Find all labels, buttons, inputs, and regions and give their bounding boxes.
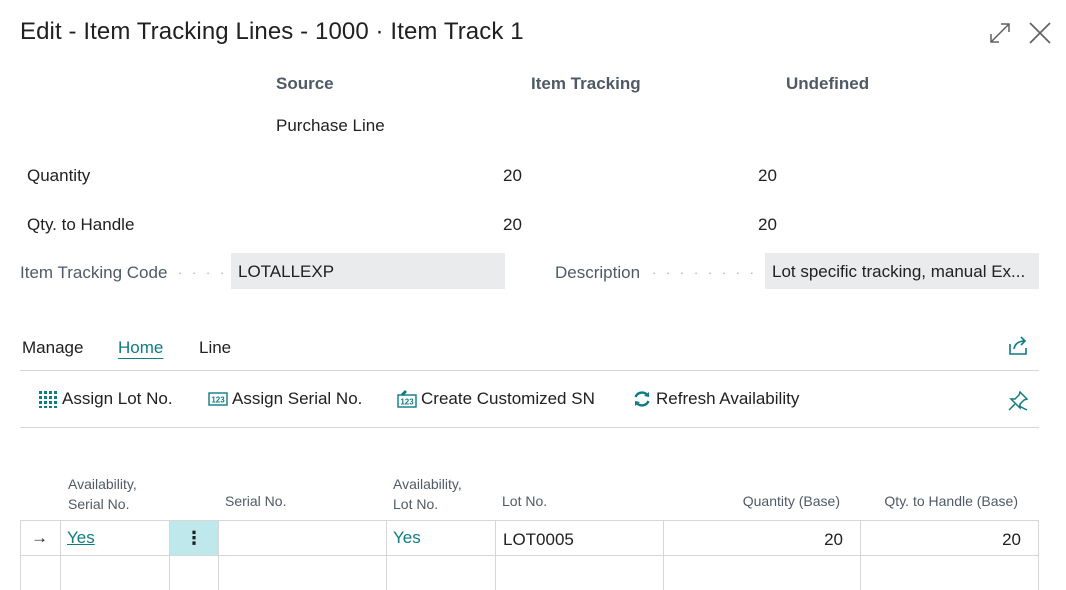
qty-to-handle-item-tracking: 20 bbox=[503, 215, 522, 234]
quantity-undefined: 20 bbox=[758, 166, 777, 185]
expand-icon[interactable] bbox=[987, 20, 1013, 46]
row-indicator: → bbox=[31, 528, 48, 547]
item-tracking-code-label: Item Tracking Code bbox=[20, 263, 168, 282]
leader-dots: · · · · · · · · · · · · · · · · bbox=[652, 265, 762, 280]
source-value: Purchase Line bbox=[276, 116, 385, 135]
tab-line[interactable]: Line bbox=[199, 338, 231, 358]
pin-icon[interactable] bbox=[1006, 389, 1030, 413]
leader-dots: · · · · · · · · bbox=[178, 265, 228, 280]
col-quantity-base[interactable]: Quantity (Base) bbox=[660, 491, 840, 511]
svg-text:123: 123 bbox=[400, 398, 414, 407]
tab-home[interactable]: Home bbox=[118, 338, 163, 358]
svg-text:123: 123 bbox=[211, 396, 225, 405]
refresh-icon bbox=[632, 389, 652, 409]
share-icon[interactable] bbox=[1006, 334, 1030, 358]
qty-to-handle-base-cell[interactable]: 20 bbox=[880, 530, 1021, 550]
item-tracking-header: Item Tracking bbox=[531, 74, 641, 93]
quantity-label: Quantity bbox=[27, 166, 91, 185]
col-serial-no[interactable]: Serial No. bbox=[225, 491, 286, 511]
qty-to-handle-label: Qty. to Handle bbox=[27, 215, 135, 234]
page-title: Edit - Item Tracking Lines - 1000 · Item… bbox=[20, 18, 524, 45]
quantity-base-cell[interactable]: 20 bbox=[700, 530, 843, 550]
description-label: Description bbox=[555, 263, 641, 282]
lot-no-cell[interactable]: LOT0005 bbox=[503, 530, 574, 550]
qty-to-handle-undefined: 20 bbox=[758, 215, 777, 234]
assign-lot-no-button[interactable]: Assign Lot No. bbox=[38, 389, 173, 409]
serial-number-icon: 123 bbox=[208, 389, 228, 409]
tab-manage[interactable]: Manage bbox=[22, 338, 83, 358]
undefined-header: Undefined bbox=[786, 74, 870, 93]
close-icon[interactable] bbox=[1027, 20, 1053, 46]
col-qty-to-handle-base[interactable]: Qty. to Handle (Base) bbox=[850, 491, 1018, 511]
row-menu-button[interactable]: ⋮ bbox=[170, 521, 218, 555]
availability-lot-value[interactable]: Yes bbox=[393, 528, 421, 548]
description-field[interactable]: Lot specific tracking, manual Ex... bbox=[765, 253, 1039, 289]
refresh-availability-label: Refresh Availability bbox=[656, 389, 800, 408]
customized-serial-icon: 123 bbox=[397, 389, 417, 409]
col-availability-lot-no[interactable]: Availability, Lot No. bbox=[393, 474, 462, 514]
divider bbox=[20, 370, 1039, 371]
quantity-item-tracking: 20 bbox=[503, 166, 522, 185]
source-header: Source bbox=[276, 74, 334, 93]
assign-lot-no-label: Assign Lot No. bbox=[62, 389, 173, 408]
assign-serial-no-button[interactable]: 123 Assign Serial No. bbox=[208, 389, 362, 409]
col-availability-serial-no[interactable]: Availability, Serial No. bbox=[68, 474, 137, 514]
col-lot-no[interactable]: Lot No. bbox=[502, 491, 547, 511]
refresh-availability-button[interactable]: Refresh Availability bbox=[632, 389, 799, 409]
create-customized-sn-button[interactable]: 123 Create Customized SN bbox=[397, 389, 595, 409]
availability-serial-link[interactable]: Yes bbox=[67, 528, 95, 548]
grid-icon bbox=[38, 389, 58, 409]
item-tracking-code-field[interactable]: LOTALLEXP bbox=[231, 253, 505, 289]
divider bbox=[20, 427, 1039, 428]
assign-serial-no-label: Assign Serial No. bbox=[232, 389, 363, 408]
create-customized-sn-label: Create Customized SN bbox=[421, 389, 595, 408]
